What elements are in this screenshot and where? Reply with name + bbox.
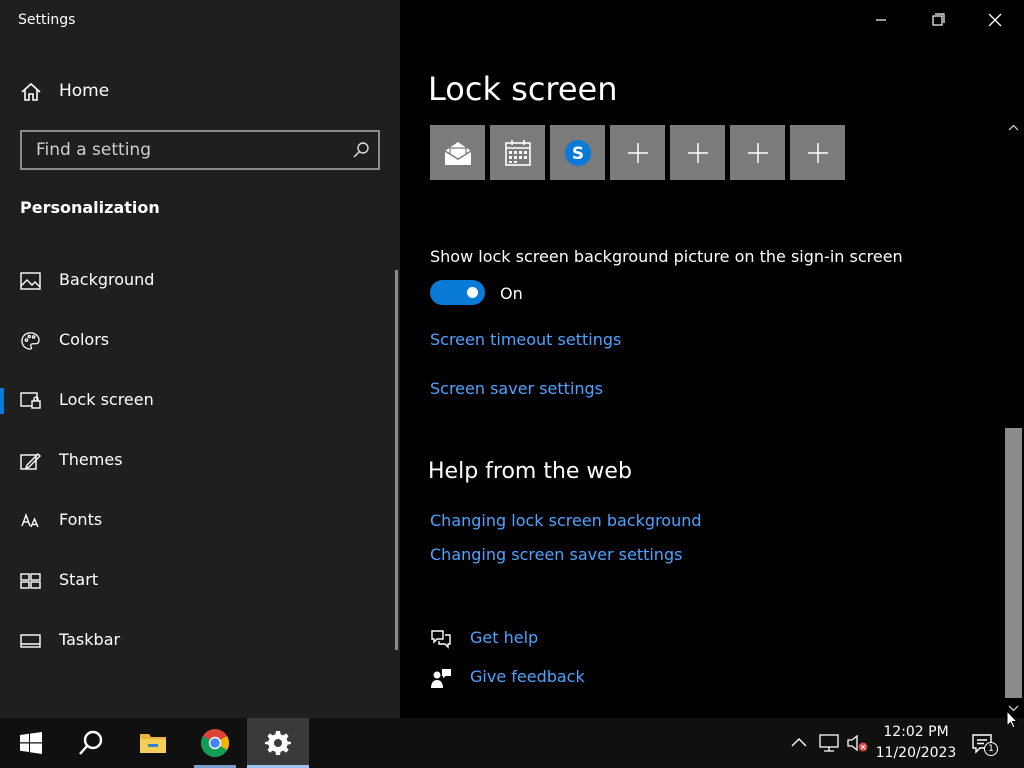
sidebar-item-label: Start xyxy=(59,570,99,589)
search-icon xyxy=(79,730,103,755)
home-icon xyxy=(21,82,41,101)
sidebar-item-label: Themes xyxy=(59,450,123,469)
folder-icon xyxy=(140,734,166,753)
add-app-tile[interactable] xyxy=(790,125,845,180)
quick-status-apps: S xyxy=(430,125,845,180)
sidebar-item-start[interactable]: Start xyxy=(0,556,396,606)
app-title: Settings xyxy=(18,12,76,28)
volume-muted-icon[interactable] xyxy=(846,732,868,754)
screen-timeout-link[interactable]: Screen timeout settings xyxy=(430,330,621,349)
windows-logo-icon xyxy=(20,732,42,754)
system-clock[interactable]: 12:02 PM 11/20/2023 xyxy=(872,722,960,764)
sidebar-item-fonts[interactable]: Fonts xyxy=(0,496,396,546)
page-title: Lock screen xyxy=(428,70,618,108)
sidebar-item-colors[interactable]: Colors xyxy=(0,316,396,366)
sidebar-item-label: Colors xyxy=(59,330,110,349)
lock-screen-icon xyxy=(20,392,41,409)
sidebar-item-label: Fonts xyxy=(59,510,103,529)
screen-saver-link[interactable]: Screen saver settings xyxy=(430,379,603,398)
sidebar-item-home[interactable]: Home xyxy=(0,72,400,112)
active-indicator xyxy=(0,388,4,414)
chrome-icon xyxy=(201,729,229,757)
main-scrollbar[interactable] xyxy=(1003,120,1024,718)
signin-background-label: Show lock screen background picture on t… xyxy=(430,247,903,266)
signin-background-toggle[interactable] xyxy=(430,280,485,305)
calendar-icon xyxy=(504,139,531,166)
plus-icon xyxy=(807,142,828,163)
minimize-button[interactable] xyxy=(866,8,896,32)
sidebar-item-label: Taskbar xyxy=(59,630,121,649)
clock-date: 11/20/2023 xyxy=(875,745,957,761)
add-app-tile[interactable] xyxy=(730,125,785,180)
plus-icon xyxy=(627,142,648,163)
mail-icon xyxy=(444,141,471,165)
sidebar-scrollbar[interactable] xyxy=(395,270,398,650)
search-input[interactable] xyxy=(22,132,342,168)
start-button[interactable] xyxy=(0,718,62,768)
sidebar-item-label: Background xyxy=(59,270,155,289)
calendar-app-tile[interactable] xyxy=(490,125,545,180)
sidebar-item-taskbar[interactable]: Taskbar xyxy=(0,616,396,666)
search-box[interactable] xyxy=(20,130,380,170)
palette-icon xyxy=(21,332,40,350)
themes-icon xyxy=(20,453,41,470)
get-help-label: Get help xyxy=(470,628,539,647)
sidebar-item-themes[interactable]: Themes xyxy=(0,436,396,486)
mouse-cursor-icon xyxy=(1006,710,1018,729)
skype-icon: S xyxy=(564,139,591,166)
fonts-icon xyxy=(21,512,39,528)
help-link-screen-saver[interactable]: Changing screen saver settings xyxy=(430,545,682,564)
plus-icon xyxy=(747,142,768,163)
close-button[interactable] xyxy=(980,8,1010,32)
toggle-knob xyxy=(467,287,478,298)
sidebar-item-label: Lock screen xyxy=(59,390,154,409)
feedback-icon xyxy=(431,669,451,688)
help-heading: Help from the web xyxy=(428,459,632,484)
plus-icon xyxy=(687,142,708,163)
file-explorer-button[interactable] xyxy=(122,718,184,768)
taskbar: 12:02 PM 11/20/2023 1 xyxy=(0,718,1024,768)
sidebar-item-home-label: Home xyxy=(59,81,110,101)
chevron-up-icon[interactable] xyxy=(788,732,810,754)
search-taskbar-button[interactable] xyxy=(60,718,122,768)
action-center-button[interactable]: 1 xyxy=(970,732,998,756)
notification-count-badge: 1 xyxy=(984,742,998,756)
toggle-state-text: On xyxy=(500,284,523,303)
gear-icon xyxy=(265,731,291,755)
main-content: Lock screen S Show lock screen backgroun… xyxy=(400,0,1024,718)
sidebar: Settings Home Personalization Background… xyxy=(0,0,400,718)
taskbar-icon xyxy=(20,634,41,648)
maximize-button[interactable] xyxy=(923,8,953,32)
sidebar-item-lock-screen[interactable]: Lock screen xyxy=(0,376,396,426)
mail-app-tile[interactable] xyxy=(430,125,485,180)
clock-time: 12:02 PM xyxy=(883,724,949,740)
chrome-button[interactable] xyxy=(184,718,246,768)
scrollbar-thumb[interactable] xyxy=(1005,428,1022,698)
search-icon[interactable] xyxy=(352,141,370,159)
start-icon xyxy=(20,573,41,589)
svg-text:S: S xyxy=(571,144,583,164)
add-app-tile[interactable] xyxy=(610,125,665,180)
chat-help-icon xyxy=(431,630,451,649)
scroll-up-arrow-icon[interactable] xyxy=(1008,124,1019,132)
network-icon[interactable] xyxy=(818,732,840,754)
section-title: Personalization xyxy=(20,198,160,217)
background-icon xyxy=(20,272,41,290)
skype-app-tile[interactable]: S xyxy=(550,125,605,180)
add-app-tile[interactable] xyxy=(670,125,725,180)
give-feedback-label: Give feedback xyxy=(470,667,585,686)
settings-taskbar-button[interactable] xyxy=(247,718,309,768)
sidebar-item-background[interactable]: Background xyxy=(0,256,396,306)
help-link-lock-screen-background[interactable]: Changing lock screen background xyxy=(430,511,702,530)
